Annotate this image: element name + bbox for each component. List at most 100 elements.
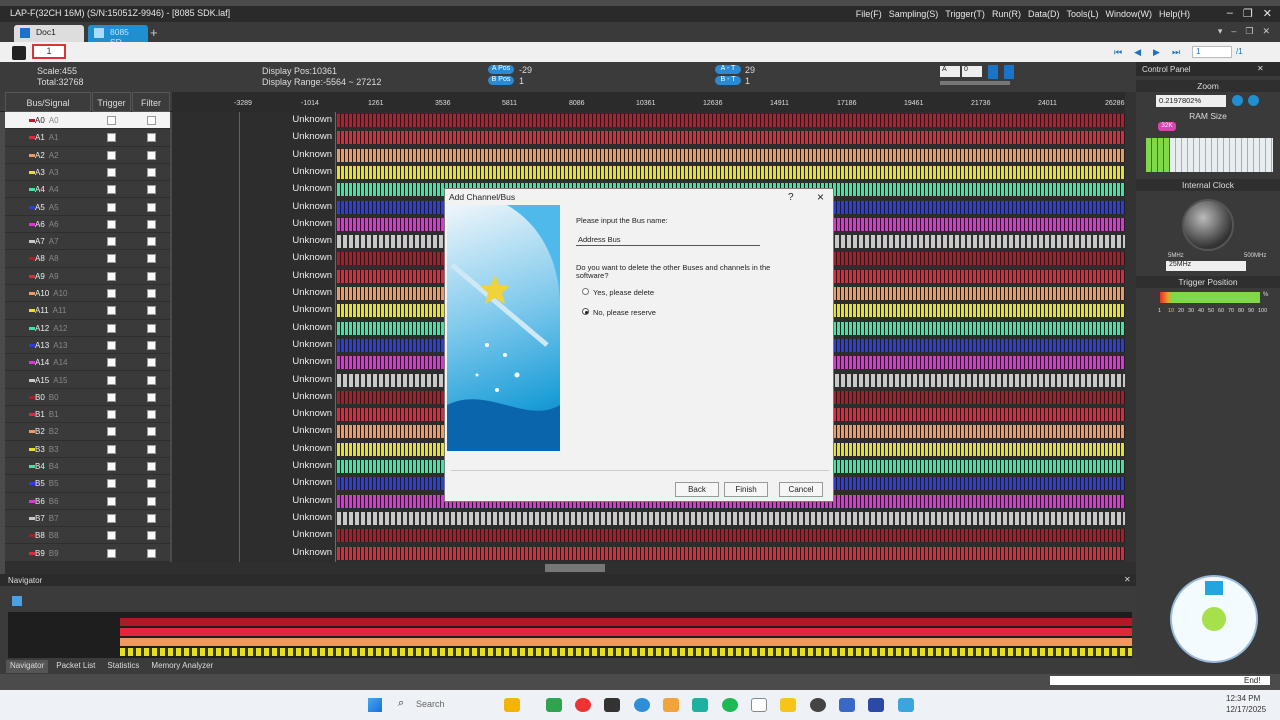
search-icon[interactable]: ⌕ [398,697,404,710]
filter-checkbox[interactable] [147,185,156,195]
filter-checkbox[interactable] [147,306,156,316]
run-icon[interactable] [12,46,26,60]
trigger-checkbox[interactable] [107,427,116,437]
restore-icon[interactable]: ❐ [1245,26,1253,37]
filter-checkbox[interactable] [147,479,156,489]
chrome-icon[interactable] [575,698,591,712]
nav-joystick[interactable] [1170,575,1258,663]
filter-checkbox[interactable] [147,427,156,437]
help-icon[interactable]: ? [788,192,794,203]
joystick-center-icon[interactable] [1202,607,1226,631]
signal-row[interactable]: A8 A8 [5,250,170,268]
signal-row[interactable]: B0 B0 [5,389,170,407]
trigger-checkbox[interactable] [107,496,116,506]
navigator-tab-3[interactable]: Memory Analyzer [147,660,217,673]
logic-analyzer-icon[interactable] [898,698,914,712]
windows-start-icon[interactable] [368,698,382,712]
back-button[interactable]: Back [675,482,719,497]
filter-checkbox[interactable] [147,410,156,420]
filter-checkbox[interactable] [147,375,156,385]
menu-item-data[interactable]: Data(D) [1028,9,1060,19]
menu-item-run[interactable]: Run(R) [992,9,1021,19]
signal-row[interactable]: A14 A14 [5,354,170,372]
signal-row[interactable]: A7 A7 [5,233,170,251]
trigger-checkbox[interactable] [107,271,116,281]
trigger-checkbox[interactable] [107,513,116,523]
filter-checkbox[interactable] [147,219,156,229]
trigger-checkbox[interactable] [107,133,116,143]
menu-item-help[interactable]: Help(H) [1159,9,1190,19]
trigger-checkbox[interactable] [107,323,116,333]
trigger-checkbox[interactable] [107,444,116,454]
signal-row[interactable]: B5 B5 [5,475,170,493]
radio-yes-label[interactable]: Yes, please delete [593,288,654,297]
signal-row[interactable]: B4 B4 [5,458,170,476]
trigger-checkbox[interactable] [107,150,116,160]
right-page-input[interactable]: 1 [1192,46,1232,58]
navigator-tab-2[interactable]: Statistics [103,660,143,673]
filter-checkbox[interactable] [147,531,156,541]
filter-checkbox[interactable] [147,133,156,143]
signal-row[interactable]: B9 B9 [5,545,170,562]
filter-checkbox[interactable] [147,150,156,160]
filter-checkbox[interactable] [147,548,156,558]
navigator-tab-1[interactable]: Packet List [52,660,99,673]
notepad-icon[interactable] [751,698,767,712]
menu-item-window[interactable]: Window(W) [1105,9,1152,19]
filter-checkbox[interactable] [147,237,156,247]
spotify-icon[interactable] [722,698,738,712]
trigger-line[interactable] [335,112,336,562]
signal-row[interactable]: A4 A4 [5,181,170,199]
trigger-checkbox[interactable] [107,202,116,212]
pin-icon[interactable]: ▾ [1218,26,1223,37]
trigger-checkbox[interactable] [107,462,116,471]
refresh-icon[interactable] [12,596,22,606]
trigger-checkbox[interactable] [107,254,116,264]
ram-slider[interactable] [1146,138,1273,172]
menu-item-file[interactable]: File(F) [856,9,882,19]
trigger-checkbox[interactable] [107,410,116,420]
signal-row[interactable]: A15 A15 [5,372,170,389]
trigger-checkbox[interactable] [107,237,116,247]
signal-row[interactable]: A11 A11 [5,302,170,320]
trigger-checkbox[interactable] [107,548,116,558]
page-input[interactable]: 1 [32,44,66,59]
folder-icon[interactable] [780,698,796,712]
filter-checkbox[interactable] [147,289,156,298]
clock-knob[interactable] [1182,199,1234,251]
pin-marker-icon[interactable] [1004,65,1014,79]
close-icon[interactable]: ✕ [1263,7,1272,20]
filter-checkbox[interactable] [147,323,156,333]
next-icon[interactable]: ▶ [1153,47,1160,58]
radio-yes[interactable] [582,288,589,295]
finish-button[interactable]: Finish [724,482,768,497]
edge-icon[interactable] [634,698,650,712]
signal-row[interactable]: A2 A2 [5,147,170,164]
app-icon-8[interactable] [868,698,884,712]
trigger-checkbox[interactable] [107,219,116,229]
zoom-in-icon[interactable] [1232,95,1243,106]
signal-row[interactable]: A3 A3 [5,164,170,182]
signal-row[interactable]: B1 B1 [5,406,170,424]
filter-checkbox[interactable] [147,254,156,264]
minimize-icon[interactable]: – [1231,26,1236,37]
app-icon-4[interactable] [663,698,679,712]
cursor-select-a[interactable]: A [940,66,960,77]
app-icon-2[interactable] [546,698,562,712]
minimize-icon[interactable]: – [1227,7,1233,20]
trigger-checkbox[interactable] [107,392,116,402]
trigger-checkbox[interactable] [107,116,116,125]
signal-row[interactable]: A9 A9 [5,268,170,285]
taskbar-search[interactable]: Search [416,699,445,709]
zoom-select[interactable]: 0.2197802% [1156,95,1226,107]
first-icon[interactable]: ⏮ [1114,47,1122,58]
app-icon-3[interactable] [604,698,620,712]
navigator-overview[interactable] [8,612,1132,658]
dialog-close-icon[interactable]: × [817,190,824,204]
signal-row[interactable]: B7 B7 [5,510,170,528]
trigger-checkbox[interactable] [107,358,116,368]
menu-item-tools[interactable]: Tools(L) [1066,9,1098,19]
signal-row[interactable]: A5 A5 [5,199,170,216]
signal-row[interactable]: B2 B2 [5,423,170,441]
filter-checkbox[interactable] [147,202,156,212]
